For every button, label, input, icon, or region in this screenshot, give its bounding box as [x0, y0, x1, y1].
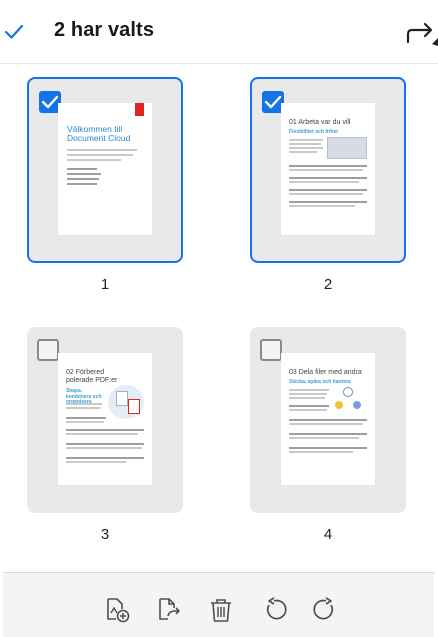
text-line: [289, 139, 323, 141]
pdf-icon: [128, 399, 140, 414]
rotate-left-icon[interactable]: [261, 597, 287, 623]
text-line: [67, 154, 133, 156]
text-line: [289, 405, 329, 407]
page-checkbox-unchecked[interactable]: [37, 339, 59, 361]
text-line: [67, 168, 97, 170]
document-icon: [116, 391, 128, 406]
text-line: [66, 457, 144, 459]
text-line: [67, 159, 121, 161]
text-line: [289, 201, 367, 203]
text-line: [67, 173, 101, 175]
text-line: [66, 433, 138, 435]
page-preview: Välkommen till Document Cloud: [58, 103, 152, 235]
page-number: 1: [100, 276, 110, 293]
page-actions-toolbar: [3, 572, 434, 637]
page-subheading: Flexibilitet och frihet: [289, 129, 338, 135]
share-forward-icon[interactable]: [404, 20, 438, 46]
page-thumbnail-grid: Välkommen till Document Cloud 1 01 Arbet…: [0, 64, 438, 570]
text-line: [289, 165, 367, 167]
page-heading: 01 Arbeta var du vill: [289, 119, 351, 126]
text-line: [289, 437, 359, 439]
text-line: [289, 393, 327, 395]
text-line: [289, 397, 325, 399]
text-line: [66, 443, 144, 445]
text-line: [67, 149, 137, 151]
checkmark-icon: [264, 95, 282, 109]
text-line: [66, 447, 142, 449]
selection-header: 2 har valts: [0, 0, 438, 64]
page-preview: 03 Dela filer med andra Skicka, spåra oc…: [281, 353, 375, 485]
page-number: 4: [323, 526, 333, 543]
checkmark-icon: [41, 95, 59, 109]
page-number: 3: [100, 526, 110, 543]
text-line: [289, 419, 367, 421]
page-heading: 02 Förbered polerade PDF:er: [66, 369, 118, 384]
organize-pages-screen: 2 har valts Välkommen till Document Clou…: [0, 0, 438, 637]
page-subheading: Skicka, spåra och hantera: [289, 379, 351, 385]
text-line: [289, 193, 363, 195]
text-line: [289, 143, 321, 145]
page-thumbnail-1[interactable]: Välkommen till Document Cloud: [27, 77, 183, 263]
page-heading: 03 Dela filer med andra: [289, 369, 362, 376]
extract-page-icon[interactable]: [156, 597, 182, 623]
share-node-icon: [343, 387, 353, 397]
text-line: [289, 451, 353, 453]
share-node-icon: [353, 401, 361, 409]
text-line: [289, 177, 367, 179]
selection-count-title: 2 har valts: [54, 19, 155, 41]
page-heading: Välkommen till Document Cloud: [67, 124, 131, 144]
text-line: [67, 183, 97, 185]
text-line: [289, 389, 329, 391]
adobe-logo-icon: [135, 103, 144, 116]
page-preview: 02 Förbered polerade PDF:er Skapa, kombi…: [58, 353, 152, 485]
text-line: [289, 181, 359, 183]
text-line: [66, 417, 106, 419]
page-thumbnail-4[interactable]: 03 Dela filer med andra Skicka, spåra oc…: [250, 327, 406, 513]
page-number: 2: [323, 276, 333, 293]
page-thumbnail-2[interactable]: 01 Arbeta var du vill Flexibilitet och f…: [250, 77, 406, 263]
text-line: [289, 447, 367, 449]
text-line: [289, 169, 363, 171]
text-line: [289, 151, 317, 153]
share-node-icon: [335, 401, 343, 409]
done-check-icon[interactable]: [4, 22, 24, 42]
device-illustration: [327, 137, 367, 159]
text-line: [66, 461, 126, 463]
text-line: [66, 429, 144, 431]
rotate-right-icon[interactable]: [313, 597, 339, 623]
insert-page-icon[interactable]: [104, 597, 130, 623]
text-line: [66, 407, 100, 409]
text-line: [66, 403, 102, 405]
page-preview: 01 Arbeta var du vill Flexibilitet och f…: [281, 103, 375, 235]
text-line: [289, 189, 367, 191]
text-line: [66, 421, 104, 423]
text-line: [289, 423, 363, 425]
text-line: [289, 147, 323, 149]
page-thumbnail-3[interactable]: 02 Förbered polerade PDF:er Skapa, kombi…: [27, 327, 183, 513]
text-line: [289, 205, 355, 207]
text-line: [289, 409, 327, 411]
page-checkbox-unchecked[interactable]: [260, 339, 282, 361]
text-line: [67, 178, 99, 180]
delete-icon[interactable]: [208, 597, 234, 623]
text-line: [289, 433, 367, 435]
